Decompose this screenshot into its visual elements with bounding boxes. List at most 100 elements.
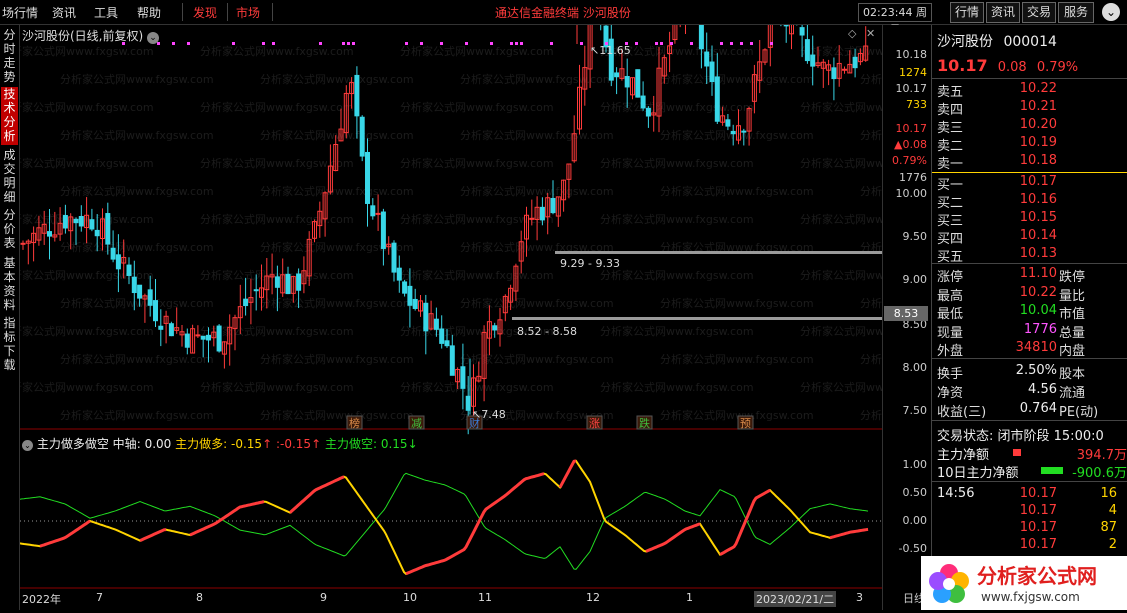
- quote-button[interactable]: 行情: [950, 2, 984, 23]
- sub-axis-tick: -0.50: [898, 542, 927, 555]
- divider: [932, 263, 1127, 264]
- bid-price: 10.16: [1019, 192, 1057, 207]
- diamond-icon[interactable]: ◇: [848, 27, 856, 40]
- watermark-text: 分析家公式网www.fxgsw.com: [860, 408, 882, 422]
- watermark-text: 分析家公式网www.fxgsw.com: [260, 128, 414, 142]
- axis-tick: 733: [906, 98, 927, 111]
- ask-label: 卖三: [937, 121, 964, 136]
- bid-label: 买一: [937, 178, 964, 193]
- chart-canvas[interactable]: 分析家公式网www.fxgsw.com 分析家公式网www.fxgsw.com 分析…: [20, 25, 882, 610]
- menu-help[interactable]: 帮助: [137, 4, 161, 21]
- watermark-text: 分析家公式网www.fxgsw.com: [860, 128, 882, 142]
- sub-axis-tick: 0.00: [902, 514, 928, 527]
- ask-row[interactable]: 卖二 10.19: [937, 135, 1057, 154]
- sub-axis-tick: 1.00: [902, 458, 928, 471]
- news-button[interactable]: 资讯: [986, 2, 1020, 23]
- chevron-down-icon[interactable]: ⌄: [22, 440, 33, 451]
- candle-body: [153, 300, 158, 322]
- chart-area[interactable]: 分析家公式网www.fxgsw.com 分析家公式网www.fxgsw.com 分析…: [20, 25, 882, 610]
- signal-dot: [510, 42, 513, 45]
- menu-market[interactable]: 场行情: [2, 4, 38, 21]
- signal-dot: [440, 42, 443, 45]
- menu-hot-market[interactable]: 市场: [236, 4, 260, 21]
- minimize-icon[interactable]: ⌄: [1102, 3, 1120, 21]
- event-tag: 减: [411, 417, 422, 430]
- logo-url: www.fxjgsw.com: [981, 590, 1080, 604]
- tab-indicator-download[interactable]: 指标下载: [1, 316, 18, 372]
- tab-technical[interactable]: 技术分析: [1, 87, 18, 145]
- bid-row[interactable]: 买四 10.14: [937, 228, 1057, 247]
- watermark-text: 分析家公式网www.fxgsw.com: [400, 156, 554, 170]
- signal-dot: [272, 42, 275, 45]
- candle-body: [831, 67, 837, 80]
- axis-tick: 10.17: [895, 82, 928, 95]
- ask-row[interactable]: 卖一 10.18: [937, 153, 1057, 172]
- rising-segment: [39, 519, 91, 548]
- candle-body: [698, 25, 704, 50]
- watermark-text: 分析家公式网www.fxgsw.com: [200, 324, 354, 338]
- rising-segment: [719, 488, 771, 556]
- watermark-text: 分析家公式网www.fxgsw.com: [20, 156, 154, 170]
- menu-divider: [227, 3, 228, 21]
- candle-body: [640, 95, 646, 109]
- watermark-text: 分析家公式网www.fxgsw.com: [60, 408, 214, 422]
- ask-price: 10.22: [1019, 81, 1057, 96]
- stat-row: 现量 1776 总量: [937, 322, 1085, 341]
- watermark-text: 分析家公式网www.fxgsw.com: [600, 212, 754, 226]
- stat-label: 净资: [937, 386, 964, 401]
- watermark-text: 分析家公式网www.fxgsw.com: [660, 296, 814, 310]
- axis-tick: 10.18: [895, 48, 928, 61]
- candle-body: [635, 69, 641, 98]
- stat-value: 0.764: [1019, 401, 1057, 416]
- candle-body: [449, 345, 455, 376]
- net-flow-label: 主力净额: [937, 448, 990, 463]
- stat-label-2: 跌停: [1059, 270, 1086, 285]
- tab-profile[interactable]: 基本资料: [1, 256, 18, 312]
- watermark-text: 分析家公式网www.fxgsw.com: [200, 100, 354, 114]
- ask-label: 卖五: [937, 85, 964, 100]
- candle-body: [550, 197, 556, 214]
- candle-body: [439, 328, 445, 344]
- menu-divider: [272, 3, 273, 21]
- signal-dot: [690, 42, 693, 45]
- stat-value: 1776: [1023, 321, 1057, 337]
- tab-trades[interactable]: 成交明细: [1, 148, 18, 204]
- candle-body: [274, 276, 280, 288]
- ask-row[interactable]: 卖五 10.22: [937, 81, 1057, 100]
- ask-row[interactable]: 卖四 10.21: [937, 99, 1057, 118]
- menu-news[interactable]: 资讯: [52, 4, 76, 21]
- stat-value: 10.04: [1019, 303, 1057, 318]
- ask-row[interactable]: 卖三 10.20: [937, 117, 1057, 136]
- watermark-text: 分析家公式网www.fxgsw.com: [60, 240, 214, 254]
- candle-body: [105, 213, 111, 245]
- support-level-1: [555, 251, 882, 254]
- signal-dot: [720, 42, 723, 45]
- watermark-text: 分析家公式网www.fxgsw.com: [660, 352, 814, 366]
- watermark-text: 分析家公式网www.fxgsw.com: [860, 72, 882, 86]
- tick-volume: 87: [1100, 520, 1117, 535]
- tab-price-table[interactable]: 分价表: [1, 208, 18, 252]
- rising-segment: [405, 472, 545, 576]
- trade-button[interactable]: 交易: [1022, 2, 1056, 23]
- bid-label: 买四: [937, 232, 964, 247]
- service-button[interactable]: 服务: [1058, 2, 1094, 23]
- candle-body: [73, 218, 79, 224]
- ask-label: 卖二: [937, 139, 964, 154]
- tab-intraday[interactable]: 分时走势: [1, 28, 18, 84]
- bid-row[interactable]: 买一 10.17: [937, 174, 1057, 193]
- signal-dot: [740, 42, 743, 45]
- menu-tools[interactable]: 工具: [94, 4, 118, 21]
- close-icon[interactable]: ✕: [866, 27, 875, 40]
- bid-row[interactable]: 买三 10.15: [937, 210, 1057, 229]
- candlestick-series: [20, 25, 869, 435]
- candle-body: [20, 242, 26, 245]
- event-tag: 涨: [589, 417, 600, 430]
- signal-dot: [187, 42, 190, 45]
- menu-discover[interactable]: 发现: [193, 4, 217, 21]
- bid-row[interactable]: 买二 10.16: [937, 192, 1057, 211]
- watermark-text: 分析家公式网www.fxgsw.com: [260, 72, 414, 86]
- chevron-down-icon[interactable]: ⌄: [147, 32, 160, 44]
- stat-value: 11.10: [1019, 266, 1057, 281]
- candle-body: [206, 334, 211, 341]
- watermark-text: 分析家公式网www.fxgsw.com: [460, 184, 614, 198]
